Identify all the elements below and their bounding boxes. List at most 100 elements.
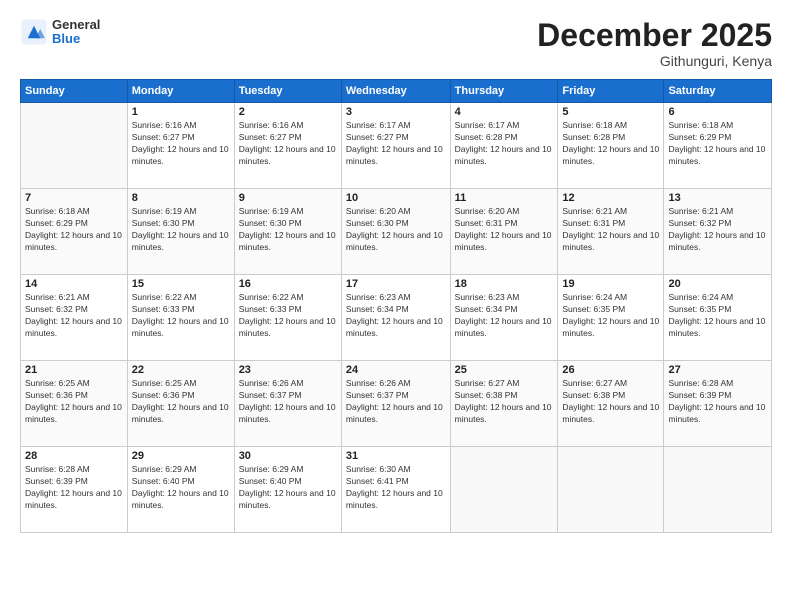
calendar-cell: 28 Sunrise: 6:28 AM Sunset: 6:39 PM Dayli…	[21, 447, 128, 533]
day-info: Sunrise: 6:30 AM Sunset: 6:41 PM Dayligh…	[346, 464, 446, 512]
calendar-cell	[558, 447, 664, 533]
day-info: Sunrise: 6:20 AM Sunset: 6:31 PM Dayligh…	[455, 206, 554, 254]
location-subtitle: Githunguri, Kenya	[537, 53, 772, 69]
day-info: Sunrise: 6:16 AM Sunset: 6:27 PM Dayligh…	[132, 120, 230, 168]
calendar-cell: 27 Sunrise: 6:28 AM Sunset: 6:39 PM Dayli…	[664, 361, 772, 447]
calendar-week-row: 14 Sunrise: 6:21 AM Sunset: 6:32 PM Dayli…	[21, 275, 772, 361]
day-info: Sunrise: 6:23 AM Sunset: 6:34 PM Dayligh…	[346, 292, 446, 340]
day-info: Sunrise: 6:19 AM Sunset: 6:30 PM Dayligh…	[132, 206, 230, 254]
calendar-cell: 20 Sunrise: 6:24 AM Sunset: 6:35 PM Dayli…	[664, 275, 772, 361]
header: General Blue December 2025 Githunguri, K…	[20, 18, 772, 69]
calendar-cell	[21, 103, 128, 189]
day-info: Sunrise: 6:24 AM Sunset: 6:35 PM Dayligh…	[562, 292, 659, 340]
day-number: 15	[132, 278, 230, 290]
logo: General Blue	[20, 18, 100, 47]
calendar-cell: 23 Sunrise: 6:26 AM Sunset: 6:37 PM Dayli…	[234, 361, 341, 447]
calendar-cell: 13 Sunrise: 6:21 AM Sunset: 6:32 PM Dayli…	[664, 189, 772, 275]
day-number: 27	[668, 364, 767, 376]
day-number: 13	[668, 192, 767, 204]
column-header-saturday: Saturday	[664, 80, 772, 103]
day-number: 18	[455, 278, 554, 290]
calendar-cell: 14 Sunrise: 6:21 AM Sunset: 6:32 PM Dayli…	[21, 275, 128, 361]
calendar-cell: 15 Sunrise: 6:22 AM Sunset: 6:33 PM Dayli…	[127, 275, 234, 361]
day-number: 20	[668, 278, 767, 290]
calendar-cell: 11 Sunrise: 6:20 AM Sunset: 6:31 PM Dayli…	[450, 189, 558, 275]
logo-blue-text: Blue	[52, 32, 100, 46]
day-number: 14	[25, 278, 123, 290]
day-number: 2	[239, 106, 337, 118]
logo-general-text: General	[52, 18, 100, 32]
day-info: Sunrise: 6:16 AM Sunset: 6:27 PM Dayligh…	[239, 120, 337, 168]
day-number: 10	[346, 192, 446, 204]
day-number: 21	[25, 364, 123, 376]
calendar-cell: 31 Sunrise: 6:30 AM Sunset: 6:41 PM Dayli…	[341, 447, 450, 533]
day-number: 9	[239, 192, 337, 204]
calendar-cell: 12Sunrise: 6:21 AM Sunset: 6:31 PM Dayli…	[558, 189, 664, 275]
calendar-cell: 30 Sunrise: 6:29 AM Sunset: 6:40 PM Dayli…	[234, 447, 341, 533]
day-number: 29	[132, 450, 230, 462]
day-number: 5	[562, 106, 659, 118]
day-info: Sunrise: 6:28 AM Sunset: 6:39 PM Dayligh…	[668, 378, 767, 426]
day-number: 11	[455, 192, 554, 204]
day-info: Sunrise: 6:25 AM Sunset: 6:36 PM Dayligh…	[132, 378, 230, 426]
day-info: Sunrise: 6:26 AM Sunset: 6:37 PM Dayligh…	[346, 378, 446, 426]
day-number: 8	[132, 192, 230, 204]
day-number: 7	[25, 192, 123, 204]
calendar-cell	[664, 447, 772, 533]
day-info: Sunrise: 6:28 AM Sunset: 6:39 PM Dayligh…	[25, 464, 123, 512]
day-info: Sunrise: 6:17 AM Sunset: 6:27 PM Dayligh…	[346, 120, 446, 168]
day-info: Sunrise: 6:27 AM Sunset: 6:38 PM Dayligh…	[455, 378, 554, 426]
day-info: Sunrise: 6:21 AM Sunset: 6:32 PM Dayligh…	[668, 206, 767, 254]
day-info: Sunrise: 6:26 AM Sunset: 6:37 PM Dayligh…	[239, 378, 337, 426]
day-number: 23	[239, 364, 337, 376]
day-info: Sunrise: 6:21 AM Sunset: 6:32 PM Dayligh…	[25, 292, 123, 340]
day-info: Sunrise: 6:29 AM Sunset: 6:40 PM Dayligh…	[239, 464, 337, 512]
day-number: 16	[239, 278, 337, 290]
day-number: 6	[668, 106, 767, 118]
calendar-cell: 26Sunrise: 6:27 AM Sunset: 6:38 PM Dayli…	[558, 361, 664, 447]
calendar-week-row: 7 Sunrise: 6:18 AM Sunset: 6:29 PM Daylig…	[21, 189, 772, 275]
logo-text: General Blue	[52, 18, 100, 47]
day-info: Sunrise: 6:18 AM Sunset: 6:28 PM Dayligh…	[562, 120, 659, 168]
calendar-cell: 19 Sunrise: 6:24 AM Sunset: 6:35 PM Dayli…	[558, 275, 664, 361]
day-info: Sunrise: 6:18 AM Sunset: 6:29 PM Dayligh…	[668, 120, 767, 168]
day-number: 17	[346, 278, 446, 290]
day-info: Sunrise: 6:21 AM Sunset: 6:31 PM Dayligh…	[562, 206, 659, 254]
day-number: 28	[25, 450, 123, 462]
calendar-cell: 5 Sunrise: 6:18 AM Sunset: 6:28 PM Daylig…	[558, 103, 664, 189]
calendar-week-row: 1Sunrise: 6:16 AM Sunset: 6:27 PM Daylig…	[21, 103, 772, 189]
day-info: Sunrise: 6:24 AM Sunset: 6:35 PM Dayligh…	[668, 292, 767, 340]
day-number: 24	[346, 364, 446, 376]
day-info: Sunrise: 6:18 AM Sunset: 6:29 PM Dayligh…	[25, 206, 123, 254]
day-number: 22	[132, 364, 230, 376]
day-number: 4	[455, 106, 554, 118]
calendar-cell: 2 Sunrise: 6:16 AM Sunset: 6:27 PM Daylig…	[234, 103, 341, 189]
day-info: Sunrise: 6:20 AM Sunset: 6:30 PM Dayligh…	[346, 206, 446, 254]
month-title: December 2025	[537, 18, 772, 53]
column-header-sunday: Sunday	[21, 80, 128, 103]
column-header-tuesday: Tuesday	[234, 80, 341, 103]
day-number: 31	[346, 450, 446, 462]
day-info: Sunrise: 6:17 AM Sunset: 6:28 PM Dayligh…	[455, 120, 554, 168]
calendar-cell: 17 Sunrise: 6:23 AM Sunset: 6:34 PM Dayli…	[341, 275, 450, 361]
day-number: 3	[346, 106, 446, 118]
day-number: 19	[562, 278, 659, 290]
logo-icon	[20, 18, 48, 46]
day-number: 30	[239, 450, 337, 462]
day-info: Sunrise: 6:22 AM Sunset: 6:33 PM Dayligh…	[132, 292, 230, 340]
calendar-header-row: SundayMondayTuesdayWednesdayThursdayFrid…	[21, 80, 772, 103]
day-number: 25	[455, 364, 554, 376]
calendar-cell: 16Sunrise: 6:22 AM Sunset: 6:33 PM Dayli…	[234, 275, 341, 361]
calendar-cell: 25 Sunrise: 6:27 AM Sunset: 6:38 PM Dayli…	[450, 361, 558, 447]
column-header-monday: Monday	[127, 80, 234, 103]
column-header-wednesday: Wednesday	[341, 80, 450, 103]
day-info: Sunrise: 6:27 AM Sunset: 6:38 PM Dayligh…	[562, 378, 659, 426]
calendar-week-row: 21 Sunrise: 6:25 AM Sunset: 6:36 PM Dayli…	[21, 361, 772, 447]
calendar-cell: 1Sunrise: 6:16 AM Sunset: 6:27 PM Daylig…	[127, 103, 234, 189]
title-block: December 2025 Githunguri, Kenya	[537, 18, 772, 69]
calendar-week-row: 28 Sunrise: 6:28 AM Sunset: 6:39 PM Dayli…	[21, 447, 772, 533]
day-info: Sunrise: 6:25 AM Sunset: 6:36 PM Dayligh…	[25, 378, 123, 426]
calendar-cell	[450, 447, 558, 533]
calendar-cell: 8 Sunrise: 6:19 AM Sunset: 6:30 PM Daylig…	[127, 189, 234, 275]
calendar-cell: 21 Sunrise: 6:25 AM Sunset: 6:36 PM Dayli…	[21, 361, 128, 447]
